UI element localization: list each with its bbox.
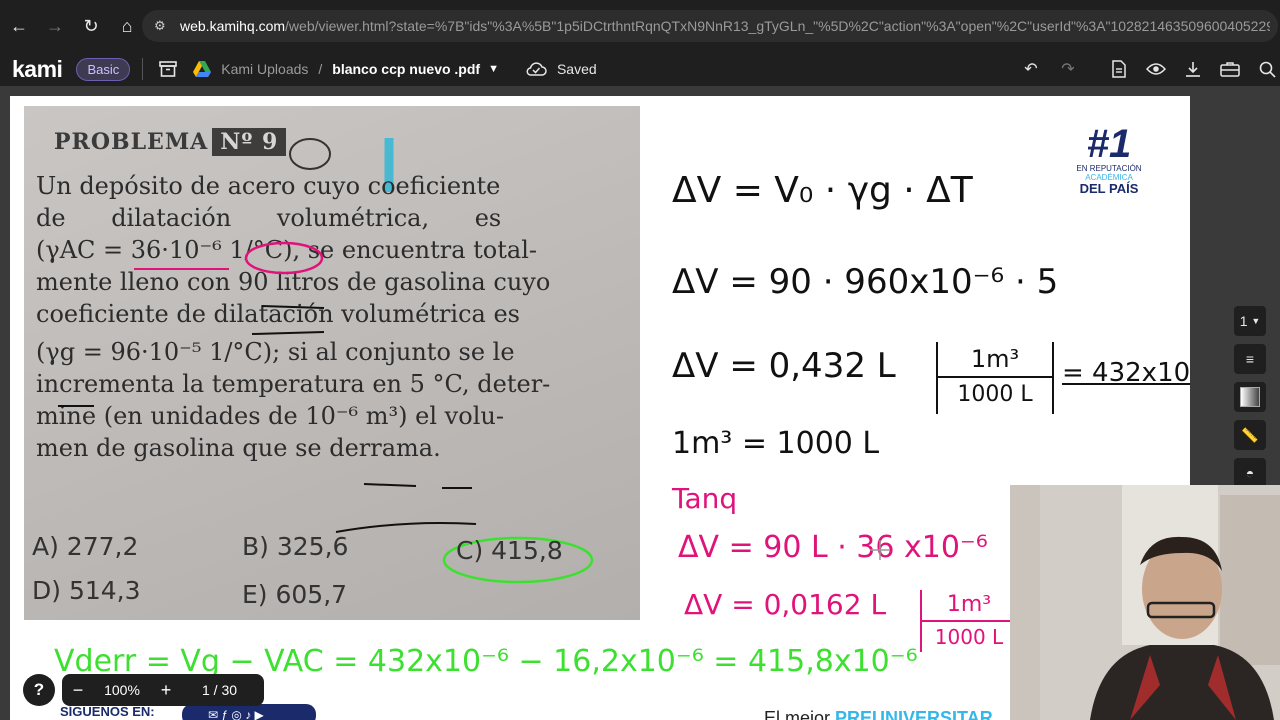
save-status: Saved [556, 61, 597, 77]
back-icon[interactable]: ← [2, 9, 36, 43]
tank-formula: ΔV = 90 L · 36 x10⁻⁶ [678, 530, 988, 565]
page-side-tools: 1 ▼ ≡ 📏 ◓ [1234, 306, 1270, 488]
tank-label: Tanq [672, 482, 738, 515]
formula-liters: ΔV = 0,432 L [672, 346, 896, 386]
page-indicator[interactable]: 1 / 30 [202, 682, 237, 698]
cloud-check-icon [523, 56, 549, 82]
zoom-controls: − 100% + 1 / 30 [62, 674, 264, 706]
toolbar-divider [142, 58, 144, 80]
scanned-problem: PROBLEMA Nº 9 Un depósito de acero cuyo c… [24, 106, 640, 620]
option-b: B) 325,6 [242, 532, 349, 561]
site-settings-icon[interactable]: ⚙ [154, 18, 172, 34]
download-icon[interactable] [1180, 56, 1206, 82]
menu-list-icon[interactable]: ≡ [1234, 344, 1266, 374]
google-drive-icon [189, 56, 215, 82]
toolbox-icon[interactable] [1217, 56, 1243, 82]
option-e: E) 605,7 [242, 580, 348, 609]
ruler-icon[interactable]: 📏 [1234, 420, 1266, 450]
document-outline-icon[interactable] [1106, 56, 1132, 82]
archive-icon[interactable] [155, 56, 181, 82]
protractor-icon[interactable]: ◓ [1234, 458, 1266, 488]
address-bar[interactable]: ⚙ web.kamihq.com/web/viewer.html?state=%… [142, 10, 1278, 42]
gradient-swatch-icon[interactable] [1234, 382, 1266, 412]
reload-icon[interactable]: ↻ [74, 9, 108, 43]
search-icon[interactable] [1254, 56, 1280, 82]
zoom-level[interactable]: 100% [94, 682, 150, 698]
tank-result: ΔV = 0,0162 L [684, 588, 887, 621]
follow-label: SÍGUENOS EN: [60, 704, 155, 719]
crosshair-cursor-icon [870, 540, 890, 560]
help-button[interactable]: ? [23, 674, 55, 706]
undo-icon[interactable]: ↶ [1018, 56, 1044, 82]
browser-toolbar: ← → ↻ ⌂ ⚙ web.kamihq.com/web/viewer.html… [0, 0, 1280, 52]
webcam-overlay [1010, 485, 1280, 720]
tank-fraction: 1m³ 1000 L [920, 590, 1016, 652]
document-title[interactable]: blanco ccp nuevo .pdf [332, 61, 480, 77]
formula-expansion: ΔV = V₀ · γg · ΔT [672, 170, 973, 211]
presenter-video [1010, 485, 1280, 720]
drive-folder-link[interactable]: Kami Uploads [221, 61, 308, 77]
right-toolbar: ↶ ↷ [1018, 56, 1280, 82]
redo-icon[interactable]: ↷ [1055, 56, 1081, 82]
eye-icon[interactable] [1143, 56, 1169, 82]
formula-substitution: ΔV = 90 · 960x10⁻⁶ · 5 [672, 262, 1059, 302]
plan-badge[interactable]: Basic [76, 57, 131, 81]
kami-toolbar: kami Basic Kami Uploads / blanco ccp nue… [0, 52, 1280, 86]
option-c: C) 415,8 [456, 536, 563, 565]
option-d: D) 514,3 [32, 576, 141, 605]
chevron-down-icon[interactable]: ▼ [488, 63, 499, 75]
breadcrumb-separator: / [318, 61, 323, 77]
chevron-down-icon: ▼ [1251, 316, 1261, 326]
page-select[interactable]: 1 ▼ [1234, 306, 1266, 336]
forward-icon[interactable]: → [38, 9, 72, 43]
conversion-factor: 1m³ = 1000 L [672, 426, 880, 461]
social-icons: ✉ ƒ ◎ ♪ ▶ [208, 708, 264, 720]
url-text[interactable]: web.kamihq.com/web/viewer.html?state=%7B… [180, 18, 1270, 34]
ranking-badge: #1 EN REPUTACIÓN ACADÉMICA DEL PAÍS [1076, 122, 1142, 196]
option-a: A) 277,2 [32, 532, 139, 561]
conversion-fraction: 1m³ 1000 L [936, 342, 1054, 414]
zoom-out-button[interactable]: − [62, 680, 94, 701]
social-links: ✉ ƒ ◎ ♪ ▶ [182, 704, 316, 720]
zoom-in-button[interactable]: + [150, 680, 182, 701]
kami-logo[interactable]: kami [12, 56, 63, 83]
footer-tagline: El mejor PREUNIVERSITAR [764, 708, 993, 720]
formula-result: = 432x10⁻⁶ [1062, 358, 1190, 388]
home-icon[interactable]: ⌂ [110, 9, 144, 43]
